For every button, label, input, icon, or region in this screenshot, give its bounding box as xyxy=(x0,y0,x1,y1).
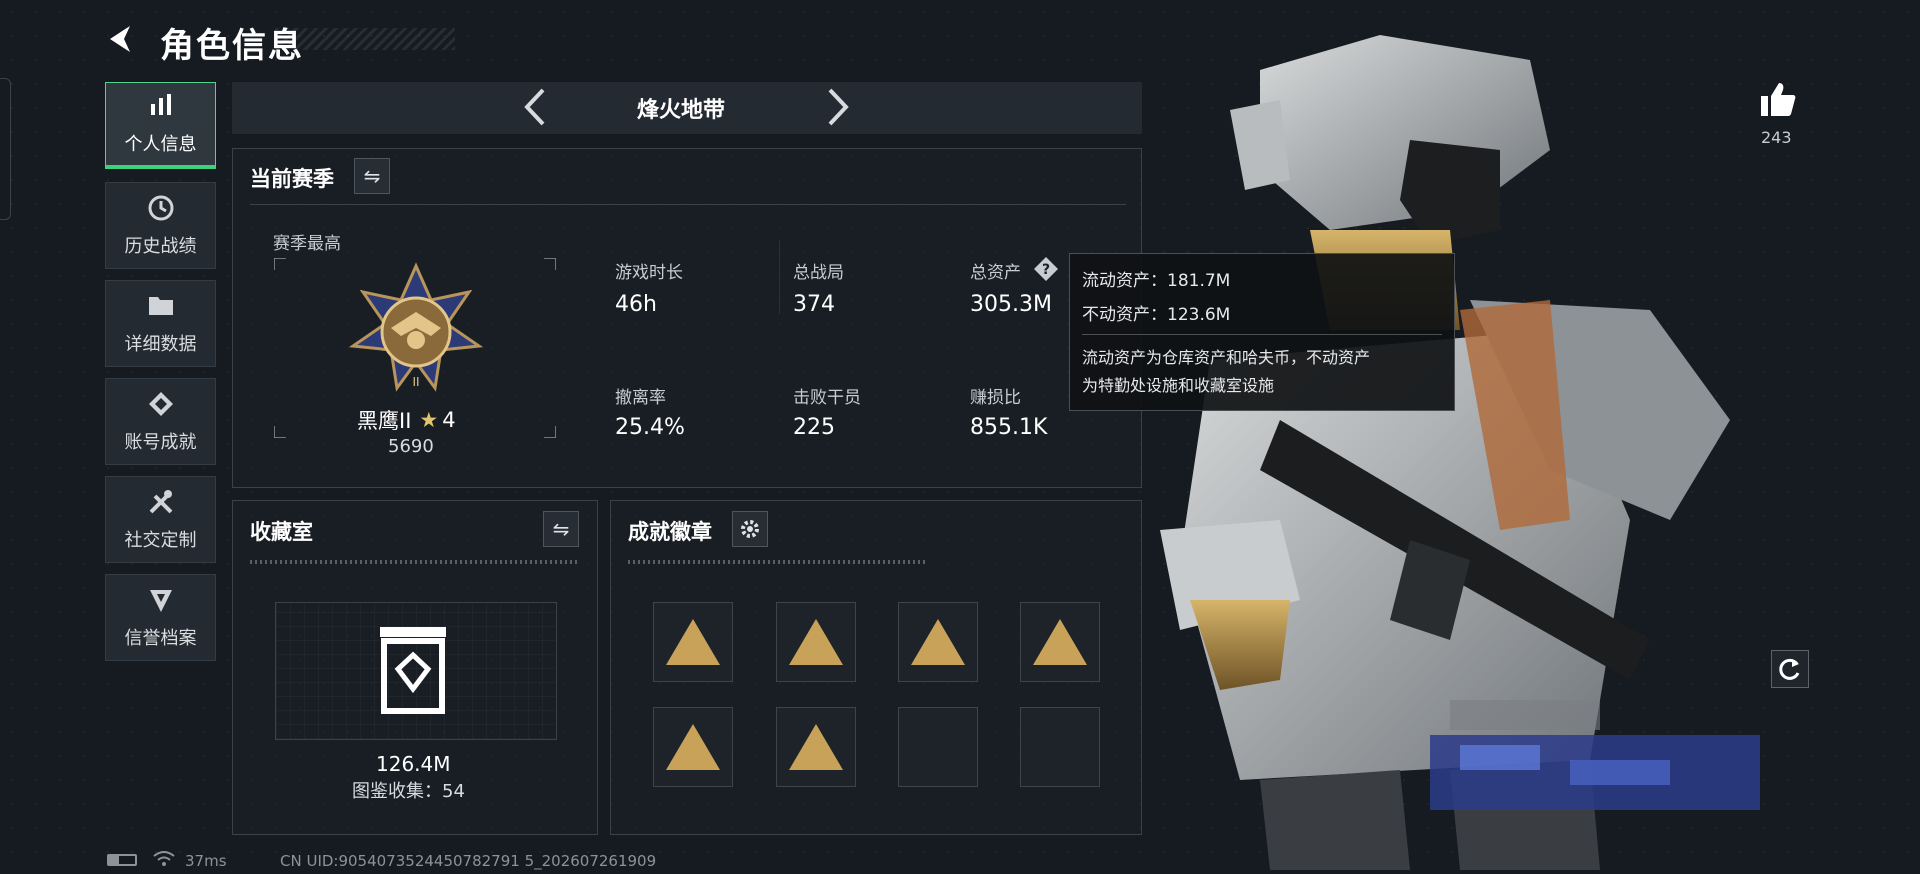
rank-name: 黑鹰II xyxy=(357,409,412,433)
stat-value: 374 xyxy=(793,292,835,317)
collection-switch-button[interactable]: ⇋ xyxy=(543,511,579,547)
badge-slot[interactable] xyxy=(898,602,978,682)
nav-label: 历史战绩 xyxy=(124,235,197,257)
season-switch-button[interactable]: ⇋ xyxy=(354,158,390,194)
badge-slot-empty[interactable] xyxy=(898,707,978,787)
star-icon: ★ xyxy=(419,408,439,432)
vault-icon xyxy=(378,627,448,715)
nav-item-personal-info[interactable]: 个人信息 xyxy=(105,82,216,169)
tooltip-fixed: 不动资产：123.6M xyxy=(1082,305,1231,325)
rank-name-row: 黑鹰II ★ 4 xyxy=(357,405,456,435)
divider xyxy=(779,240,780,314)
divider xyxy=(250,560,580,564)
badge-slot[interactable] xyxy=(653,602,733,682)
stat-label: 击败干员 xyxy=(793,388,861,408)
next-map-arrow-icon[interactable] xyxy=(826,84,850,140)
achievement-icon xyxy=(147,390,175,422)
nav-item-achievements[interactable]: 账号成就 xyxy=(105,378,216,465)
rank-score: 5690 xyxy=(388,436,434,457)
stat-label: 总资产 xyxy=(970,263,1021,283)
stat-label: 游戏时长 xyxy=(615,263,683,283)
assets-tooltip: 流动资产：181.7M 不动资产：123.6M 流动资产为仓库资产和哈夫币，不动… xyxy=(1069,253,1455,411)
badge-slot[interactable] xyxy=(776,602,856,682)
stat-value: 46h xyxy=(615,292,657,317)
season-heading: 当前赛季 xyxy=(250,167,334,191)
nav-label: 个人信息 xyxy=(124,134,197,155)
divider xyxy=(250,204,1126,205)
nav-label: 账号成就 xyxy=(124,431,197,453)
rotate-view-button[interactable] xyxy=(1771,650,1809,688)
collection-value: 126.4M xyxy=(376,752,451,776)
collection-count: 图鉴收集：54 xyxy=(352,781,465,802)
folder-icon xyxy=(147,292,175,324)
tools-icon xyxy=(147,488,175,520)
stat-label: 总战局 xyxy=(793,263,844,283)
clock-icon xyxy=(147,194,175,226)
tooltip-divider xyxy=(1082,334,1442,335)
badge-icon xyxy=(666,724,720,770)
battery-icon xyxy=(107,854,137,866)
shield-icon xyxy=(147,586,175,618)
badge-slot[interactable] xyxy=(776,707,856,787)
stat-value: 25.4% xyxy=(615,415,685,440)
stat-label: 撤离率 xyxy=(615,388,666,408)
badge-icon xyxy=(789,619,843,665)
prev-map-arrow-icon[interactable] xyxy=(523,84,547,140)
nav-item-history[interactable]: 历史战绩 xyxy=(105,182,216,269)
tooltip-liquid: 流动资产：181.7M xyxy=(1082,271,1231,291)
stat-label: 赚损比 xyxy=(970,388,1021,408)
page-title: 角色信息 xyxy=(160,26,304,66)
nav-label: 社交定制 xyxy=(124,529,197,551)
side-drawer-handle[interactable] xyxy=(0,78,11,220)
uid-text: CN UID:9054073524450782791 5_20260726190… xyxy=(280,852,657,870)
stat-value: 225 xyxy=(793,415,835,440)
badges-settings-button[interactable] xyxy=(732,511,768,547)
badge-icon xyxy=(911,619,965,665)
rank-stars: 4 xyxy=(442,408,456,432)
nav-item-detailed-data[interactable]: 详细数据 xyxy=(105,280,216,367)
badge-icon xyxy=(789,724,843,770)
badges-heading: 成就徽章 xyxy=(628,520,712,544)
tooltip-desc-2: 为特勤处设施和收藏室设施 xyxy=(1082,376,1275,395)
collection-heading: 收藏室 xyxy=(250,520,313,544)
badge-slot[interactable] xyxy=(653,707,733,787)
wifi-icon xyxy=(153,851,175,871)
svg-text:II: II xyxy=(412,375,419,389)
rank-emblem-icon: II xyxy=(345,262,487,402)
nav-label: 信誉档案 xyxy=(124,627,197,649)
ping-value: 37ms xyxy=(185,852,227,870)
nav-item-social[interactable]: 社交定制 xyxy=(105,476,216,563)
thumbs-up-icon[interactable] xyxy=(1758,80,1798,120)
season-best-label: 赛季最高 xyxy=(273,234,341,254)
badge-icon xyxy=(666,619,720,665)
map-name: 烽火地带 xyxy=(637,98,726,123)
likes-count: 243 xyxy=(1761,128,1792,147)
bar-chart-icon xyxy=(148,92,174,124)
nav-label: 详细数据 xyxy=(124,333,197,355)
tooltip-desc-1: 流动资产为仓库资产和哈夫币，不动资产 xyxy=(1082,348,1371,367)
nav-item-reputation[interactable]: 信誉档案 xyxy=(105,574,216,661)
divider xyxy=(628,560,928,564)
back-arrow-icon[interactable] xyxy=(104,22,138,56)
